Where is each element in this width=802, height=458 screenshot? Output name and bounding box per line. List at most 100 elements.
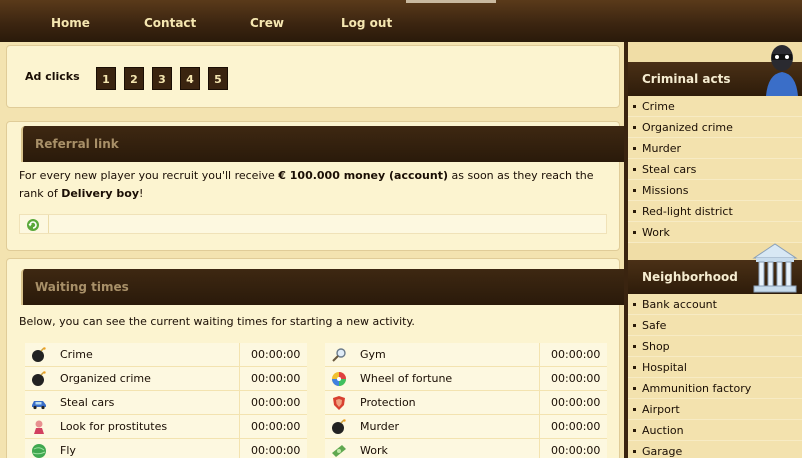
sidebar-item-red-light-district[interactable]: Red-light district — [628, 201, 802, 222]
sidebar-item-label: Missions — [642, 184, 689, 197]
timer-value: 00:00:00 — [251, 396, 301, 409]
nav-crew[interactable]: Crew — [250, 16, 284, 30]
sidebar-item-garage[interactable]: Garage — [628, 441, 802, 458]
sidebar-item-label: Murder — [642, 142, 682, 155]
timer-value: 00:00:00 — [551, 372, 601, 385]
timer-separator — [539, 343, 540, 367]
sidebar-item-label: Bank account — [642, 298, 717, 311]
bullet — [633, 210, 636, 213]
sidebar-item-label: Shop — [642, 340, 670, 353]
waiting-times-intro: Below, you can see the current waiting t… — [19, 315, 415, 328]
timer-name: Organized crime — [60, 372, 151, 385]
sidebar-item-label: Garage — [642, 445, 683, 458]
waiting-times-header: Waiting times — [21, 269, 633, 305]
sidebar-item-work[interactable]: Work — [628, 222, 802, 243]
timer-name: Murder — [360, 420, 400, 433]
sidebar-border — [624, 42, 628, 458]
bullet — [633, 450, 636, 453]
refresh-icon[interactable] — [26, 218, 40, 232]
referral-title: Referral link — [35, 137, 119, 151]
referral-panel: Referral link For every new player you r… — [6, 121, 633, 251]
criminal-acts-menu: Crime Organized crime Murder Steal cars … — [628, 96, 802, 243]
nav-home[interactable]: Home — [51, 16, 90, 30]
sidebar-item-murder[interactable]: Murder — [628, 138, 802, 159]
sidebar-item-ammunition-factory[interactable]: Ammunition factory — [628, 378, 802, 399]
sidebar-item-label: Auction — [642, 424, 684, 437]
timer-row-crime: Crime 00:00:00 — [25, 343, 307, 367]
sidebar-item-crime[interactable]: Crime — [628, 96, 802, 117]
bullet — [633, 189, 636, 192]
timer-separator — [539, 439, 540, 458]
sidebar-item-label: Ammunition factory — [642, 382, 752, 395]
sidebar-item-airport[interactable]: Airport — [628, 399, 802, 420]
timer-row-murder: Murder 00:00:00 — [325, 415, 607, 439]
sidebar-item-label: Work — [642, 226, 670, 239]
bomb-icon — [332, 419, 346, 434]
referral-text-before: For every new player you recruit you'll … — [19, 169, 279, 182]
car-icon — [32, 401, 46, 410]
bullet — [633, 105, 636, 108]
timer-value: 00:00:00 — [551, 420, 601, 433]
criminal-acts-title: Criminal acts — [642, 72, 731, 86]
timer-separator — [239, 439, 240, 458]
ad-button-1[interactable]: 1 — [96, 67, 116, 90]
sidebar-item-safe[interactable]: Safe — [628, 315, 802, 336]
sidebar-item-steal-cars[interactable]: Steal cars — [628, 159, 802, 180]
timer-value: 00:00:00 — [251, 348, 301, 361]
ad-button-2[interactable]: 2 — [124, 67, 144, 90]
timer-name: Work — [360, 444, 388, 457]
ad-button-5[interactable]: 5 — [208, 67, 228, 90]
timer-separator — [239, 415, 240, 439]
timer-separator — [539, 367, 540, 391]
sidebar-item-label: Organized crime — [642, 121, 733, 134]
magnifier-icon — [332, 348, 346, 362]
sidebar-item-label: Airport — [642, 403, 680, 416]
bullet — [633, 387, 636, 390]
globe-icon — [32, 444, 46, 458]
sidebar-item-shop[interactable]: Shop — [628, 336, 802, 357]
timer-value: 00:00:00 — [551, 396, 601, 409]
timer-name: Crime — [60, 348, 93, 361]
timer-row-look-for-prostitutes: Look for prostitutes 00:00:00 — [25, 415, 307, 439]
referral-reward: € 100.000 money (account) — [278, 169, 449, 182]
bullet — [633, 303, 636, 306]
sidebar: Criminal acts Crime Organized crime Murd… — [624, 42, 802, 458]
sidebar-item-hospital[interactable]: Hospital — [628, 357, 802, 378]
timer-value: 00:00:00 — [251, 444, 301, 457]
timer-name: Look for prostitutes — [60, 420, 168, 433]
sidebar-item-label: Steal cars — [642, 163, 697, 176]
timer-row-fly: Fly 00:00:00 — [25, 439, 307, 458]
timer-value: 00:00:00 — [551, 348, 601, 361]
referral-description: For every new player you recruit you'll … — [19, 167, 609, 203]
sidebar-item-missions[interactable]: Missions — [628, 180, 802, 201]
sidebar-item-label: Red-light district — [642, 205, 733, 218]
ad-button-3[interactable]: 3 — [152, 67, 172, 90]
main-content: Ad clicks 1 2 3 4 5 Referral link For ev… — [0, 42, 633, 458]
ad-button-4[interactable]: 4 — [180, 67, 200, 90]
woman-icon — [34, 420, 44, 434]
timer-value: 00:00:00 — [251, 372, 301, 385]
timer-row-protection: Protection 00:00:00 — [325, 391, 607, 415]
timer-row-organized-crime: Organized crime 00:00:00 — [25, 367, 307, 391]
referral-field-divider — [48, 215, 49, 233]
bomb-icon — [32, 371, 46, 386]
timer-separator — [239, 343, 240, 367]
bullet — [633, 429, 636, 432]
nav-log-out[interactable]: Log out — [341, 16, 392, 30]
thief-icon — [766, 45, 798, 96]
referral-text-after: ! — [139, 187, 144, 200]
timer-table-right: Gym 00:00:00 Wheel of fortune 00:00:00 P… — [325, 343, 607, 458]
timer-table-left: Crime 00:00:00 Organized crime 00:00:00 … — [25, 343, 307, 458]
sidebar-item-auction[interactable]: Auction — [628, 420, 802, 441]
bank-building-icon — [752, 243, 798, 293]
referral-link-field[interactable] — [19, 214, 607, 234]
bullet — [633, 231, 636, 234]
referral-header: Referral link — [21, 126, 633, 162]
sidebar-item-organized-crime[interactable]: Organized crime — [628, 117, 802, 138]
sidebar-item-bank-account[interactable]: Bank account — [628, 294, 802, 315]
timer-row-steal-cars: Steal cars 00:00:00 — [25, 391, 307, 415]
timer-name: Steal cars — [60, 396, 115, 409]
nav-contact[interactable]: Contact — [144, 16, 196, 30]
timer-row-work: Work 00:00:00 — [325, 439, 607, 458]
waiting-times-title: Waiting times — [35, 280, 129, 294]
